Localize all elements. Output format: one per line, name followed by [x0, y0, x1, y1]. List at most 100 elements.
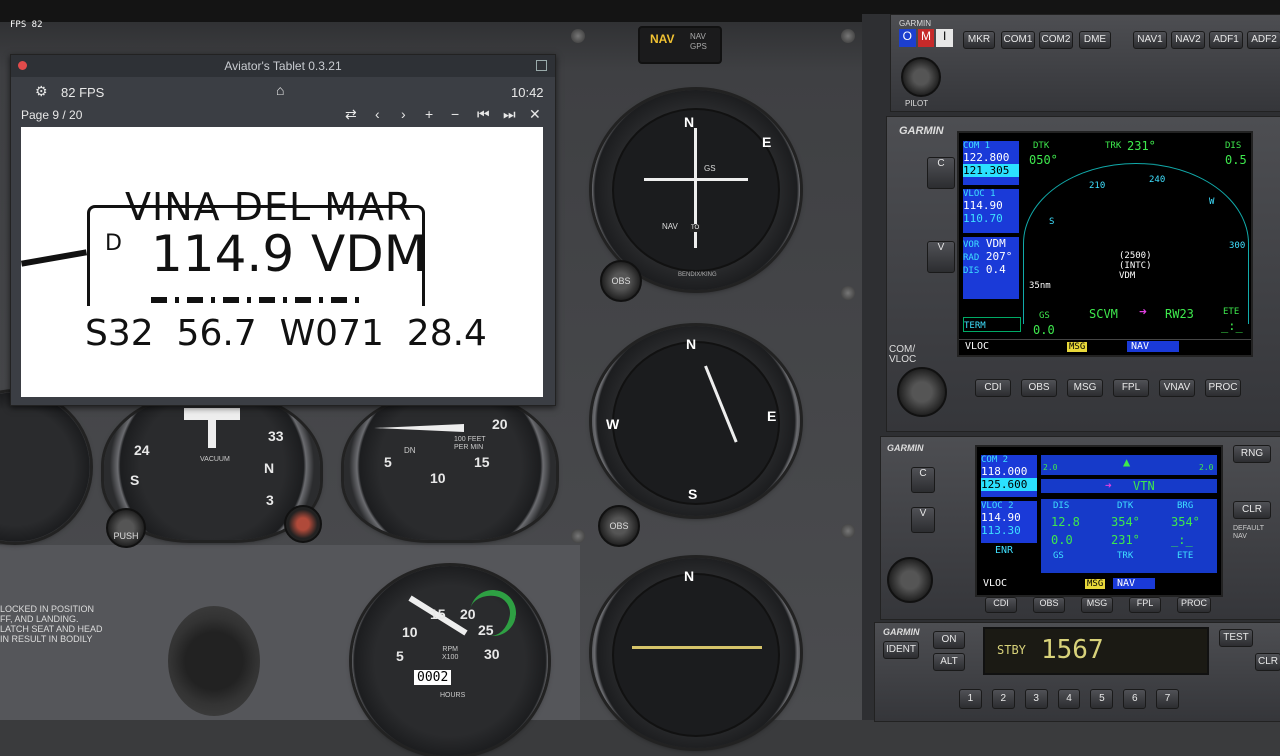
fpl-button[interactable]: FPL — [1129, 597, 1161, 613]
vnav-button[interactable]: VNAV — [1159, 379, 1195, 397]
dtk-value: 050° — [1029, 153, 1058, 167]
heading-n-label: N — [264, 460, 275, 476]
gs-value: 0.0 — [1051, 533, 1073, 547]
status-msg: MSG — [1067, 342, 1088, 352]
gns430-screen: COM 2 118.000 125.600 VLOC 2 114.90 113.… — [975, 445, 1223, 597]
cdi-pointer: ▲ — [1123, 455, 1131, 469]
com1-button[interactable]: COM1 — [1001, 31, 1035, 49]
mkr-button[interactable]: MKR — [963, 31, 995, 49]
gns530-unit: GARMIN C V COM/ VLOC COM 1 122.800 121.3… — [886, 116, 1280, 432]
ident-button[interactable]: IDENT — [883, 641, 919, 659]
adf1-button[interactable]: ADF1 — [1209, 31, 1243, 49]
proc-button[interactable]: PROC — [1205, 379, 1241, 397]
gs-label: GS — [1053, 551, 1064, 561]
tach-5-label: 5 — [396, 648, 404, 664]
on-button[interactable]: ON — [933, 631, 965, 649]
cdi-button[interactable]: CDI — [985, 597, 1017, 613]
com2-label: COM2 — [1041, 34, 1071, 45]
code-keys: 1 2 3 4 5 6 7 — [959, 689, 1180, 711]
rng-button[interactable]: RNG — [1233, 445, 1271, 463]
dis-value: 0.4 — [985, 263, 1006, 276]
clr-button[interactable]: CLR — [1233, 501, 1271, 519]
com-vloc-knob[interactable] — [897, 367, 947, 417]
code-key-1[interactable]: 1 — [959, 689, 982, 709]
close-chart-icon[interactable]: ✕ — [529, 106, 541, 123]
trk-label: TRK — [1117, 551, 1134, 561]
pilot-volume-knob[interactable] — [901, 57, 941, 97]
vsi-unit-label: 100 FEET PER MIN — [454, 436, 486, 451]
aviators-tablet-window[interactable]: Aviator's Tablet 0.3.21 ⚙ 82 FPS ⌂ 10:42… — [10, 54, 556, 406]
com2-vloc-knob[interactable] — [887, 557, 933, 603]
enr-label: ENR — [995, 545, 1014, 556]
first-page-icon[interactable]: ⏮ — [477, 106, 490, 123]
com2-button[interactable]: COM2 — [1039, 31, 1073, 49]
test-button[interactable]: TEST — [1219, 629, 1253, 647]
heading-24-label: 24 — [134, 442, 150, 458]
nav1-button[interactable]: NAV1 — [1133, 31, 1167, 49]
code-key-5[interactable]: 5 — [1090, 689, 1114, 709]
ete-value: _:_ — [1171, 533, 1193, 547]
tach-30-label: 30 — [484, 646, 500, 662]
vloc2-standby: 113.30 — [981, 524, 1021, 537]
vor2-obs-knob[interactable]: OBS — [598, 505, 640, 547]
vsi-5-label: 5 — [384, 454, 392, 470]
vor2-indicator: N E S W — [592, 326, 800, 516]
status-vloc: VLOC — [983, 578, 1008, 589]
code-key-label: 4 — [1066, 693, 1072, 704]
clr-button[interactable]: CLR — [1255, 653, 1280, 671]
code-key-4[interactable]: 4 — [1057, 689, 1081, 709]
fpl-button[interactable]: FPL — [1113, 379, 1149, 397]
msg-button[interactable]: MSG — [1081, 597, 1113, 613]
approach-chart-view[interactable]: VINA DEL MAR D 114.9 VDM S32 56.7 W071 2… — [21, 127, 543, 397]
com2-flip-button[interactable]: C — [911, 467, 935, 493]
close-window-icon[interactable] — [18, 61, 27, 70]
vor1-obs-knob[interactable]: OBS — [600, 260, 642, 302]
zoom-out-icon[interactable]: − — [451, 106, 459, 122]
nav2-button[interactable]: NAV2 — [1171, 31, 1205, 49]
control-yoke-stub[interactable] — [168, 606, 260, 716]
gns530-brand: GARMIN — [899, 125, 944, 137]
heading-push-knob[interactable]: PUSH — [106, 508, 146, 548]
zoom-in-icon[interactable]: + — [425, 106, 433, 122]
com1-standby: 121.305 — [963, 164, 1019, 177]
code-key-2[interactable]: 2 — [991, 689, 1015, 709]
adf2-button[interactable]: ADF2 — [1247, 31, 1280, 49]
code-key-3[interactable]: 3 — [1024, 689, 1048, 709]
vor1-gs-label: GS — [704, 164, 716, 173]
tablet-title-bar[interactable]: Aviator's Tablet 0.3.21 — [11, 55, 555, 77]
vloc2-flip-button[interactable]: V — [911, 507, 935, 533]
gns530-screen: COM 1 122.800 121.305 VLOC 1 114.90 110.… — [957, 131, 1253, 357]
obs-button[interactable]: OBS — [1033, 597, 1065, 613]
msg-button[interactable]: MSG — [1067, 379, 1103, 397]
navaid-coordinates: S32 56.7 W071 28.4 — [85, 313, 487, 354]
rotate-icon[interactable]: ⇄ — [345, 106, 357, 123]
com1-active: 122.800 — [963, 151, 1010, 164]
vloc-flip-button[interactable]: V — [927, 241, 955, 273]
vor1-bendix-label: BENDIX/KING — [678, 272, 717, 278]
restore-window-icon[interactable] — [536, 60, 547, 71]
alt-button[interactable]: ALT — [933, 653, 965, 671]
settings-gear-icon[interactable]: ⚙ — [35, 83, 48, 100]
vor1-e-marker: E — [762, 134, 772, 150]
obs-button[interactable]: OBS — [1021, 379, 1057, 397]
home-icon[interactable]: ⌂ — [276, 82, 284, 98]
code-key-7[interactable]: 7 — [1156, 689, 1180, 709]
rpm-label: RPM X100 — [442, 646, 459, 661]
dme-button[interactable]: DME — [1079, 31, 1111, 49]
vsi-15-label: 15 — [474, 454, 490, 470]
com-flip-button[interactable]: C — [927, 157, 955, 189]
code-key-label: 6 — [1131, 693, 1138, 704]
next-page-icon[interactable]: › — [401, 106, 406, 122]
rad-label: RAD — [963, 253, 980, 263]
cdi-button[interactable]: CDI — [975, 379, 1011, 397]
heading-bug-knob[interactable] — [284, 505, 322, 543]
cdi-scale-right: 2.0 — [1199, 463, 1214, 472]
vloc2-active: 114.90 — [981, 511, 1021, 524]
proc-button[interactable]: PROC — [1177, 597, 1211, 613]
nav2-label: NAV2 — [1175, 34, 1201, 45]
code-key-6[interactable]: 6 — [1123, 689, 1147, 709]
last-page-icon[interactable]: ⏭ — [503, 106, 516, 123]
prev-page-icon[interactable]: ‹ — [375, 106, 380, 122]
vloc1-active: 114.90 — [963, 199, 1003, 212]
nav-gps-annunciator[interactable]: NAV NAV GPS — [638, 26, 722, 64]
